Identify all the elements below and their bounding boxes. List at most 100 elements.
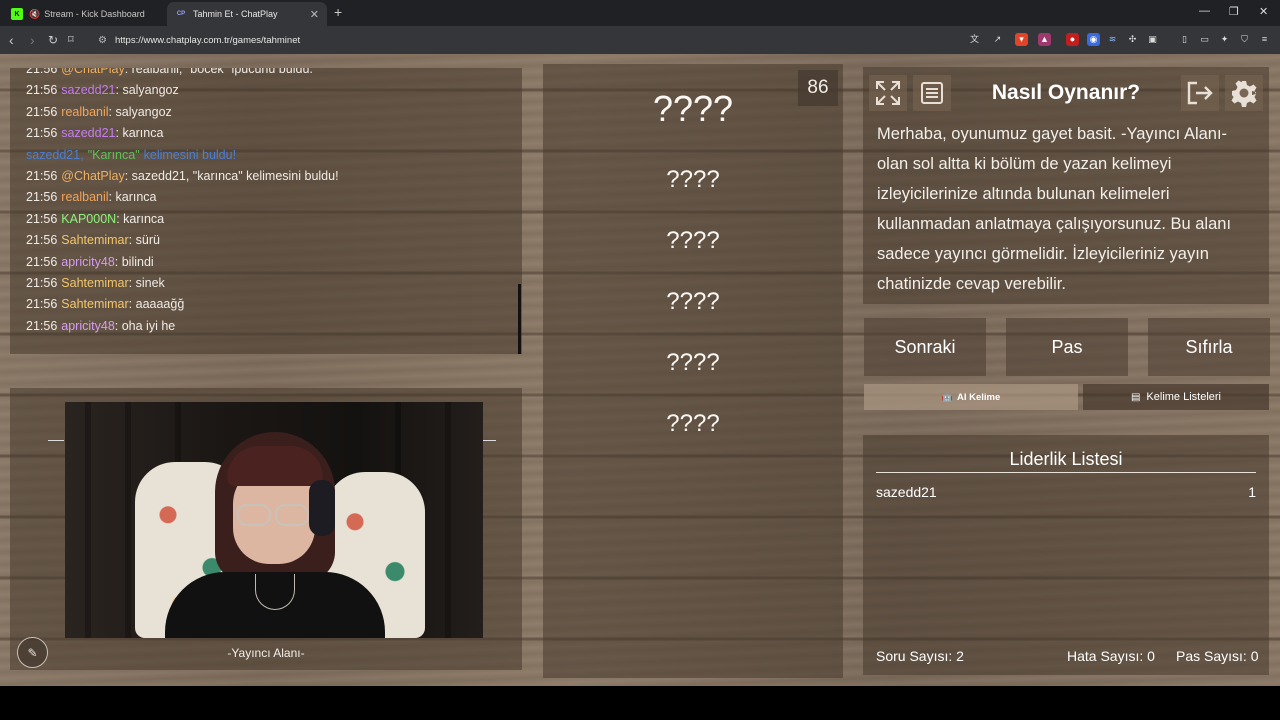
robot-icon: 🤖	[941, 391, 953, 402]
chat-username[interactable]: sazedd21	[61, 126, 115, 140]
translate-icon[interactable]: 文	[968, 33, 981, 46]
game-page: 21:56 @ChatPlay: realbanil, "böcek" ipucu…	[0, 54, 1280, 686]
new-tab-icon[interactable]: +	[334, 4, 342, 20]
chat-username[interactable]: realbanil	[61, 190, 108, 204]
restore-icon[interactable]: ❐	[1229, 5, 1239, 18]
share-icon[interactable]: ↗	[991, 33, 1004, 46]
leaderboard-score: 1	[1248, 484, 1256, 500]
error-count: Hata Sayısı: 0	[1067, 648, 1155, 664]
chat-scrollbar[interactable]	[518, 284, 521, 354]
logout-icon[interactable]	[1181, 75, 1219, 111]
chat-timestamp: 21:56	[26, 211, 58, 226]
wand-icon[interactable]: ✎	[17, 637, 48, 668]
person-bangs	[227, 446, 323, 486]
chat-text: : karınca	[116, 211, 165, 226]
leaderboard-player: sazedd21	[876, 484, 937, 500]
chat-username[interactable]: apricity48	[61, 319, 115, 333]
chat-username[interactable]: @ChatPlay	[61, 68, 124, 76]
chat-message: 21:56 sazedd21: karınca	[26, 126, 163, 140]
list-icon: ▤	[1130, 391, 1141, 403]
media-icon[interactable]: ▣	[1146, 33, 1159, 46]
close-tab-icon[interactable]: ✕	[310, 8, 319, 21]
main-word: ????	[652, 88, 734, 129]
reset-button[interactable]: Sıfırla	[1148, 318, 1270, 376]
found-word: "Karınca"	[87, 147, 140, 162]
site-info-icon[interactable]: ⚙	[98, 35, 107, 46]
chat-text: : karınca	[115, 126, 164, 141]
chat-username[interactable]: @ChatPlay	[61, 169, 124, 183]
word-lists-tab[interactable]: ▤ Kelime Listeleri	[1083, 384, 1269, 410]
chat-text: : oha iyi he	[114, 318, 176, 333]
chat-timestamp: 21:56	[26, 104, 58, 119]
streamer-area-label: -Yayıncı Alanı-	[227, 646, 305, 660]
extension-wave-icon[interactable]: ≋	[1106, 33, 1119, 46]
leo-ai-icon[interactable]: ✦	[1218, 33, 1231, 46]
extension-blue-icon[interactable]: ◉	[1087, 33, 1100, 46]
browser-tab-kick[interactable]: K 🔇 Stream - Kick Dashboard	[3, 2, 165, 26]
chat-message: 21:56 apricity48: bilindi	[26, 255, 154, 269]
ai-word-tab[interactable]: 🤖 AI Kelime	[864, 384, 1078, 410]
minimize-icon[interactable]: —	[1199, 5, 1210, 17]
pass-button[interactable]: Pas	[1006, 318, 1128, 376]
streamer-area: -Yayıncı Alanı- ✎	[10, 388, 522, 670]
chat-username[interactable]: KAP000N	[61, 212, 116, 226]
chat-timestamp: 21:56	[26, 297, 58, 312]
vpn-icon[interactable]: ⛉	[1238, 33, 1251, 46]
chat-timestamp: 21:56	[26, 318, 58, 333]
how-to-play-panel: Nasıl Oynanır? Merhaba, oyunumuz gayet b…	[863, 67, 1269, 304]
rewards-icon[interactable]: ▲	[1038, 33, 1051, 46]
chat-timestamp: 21:56	[26, 68, 58, 76]
url-field[interactable]: ⚙ https://www.chatplay.com.tr/games/tahm…	[88, 29, 958, 51]
hidden-word: ????	[666, 349, 720, 376]
chat-username[interactable]: realbanil	[61, 105, 108, 119]
chat-timestamp: 21:56	[26, 169, 58, 183]
forward-icon[interactable]: ›	[30, 32, 35, 48]
bottom-black-bar	[0, 686, 1280, 720]
leaderboard-panel: Liderlik Listesi sazedd21 1 Soru Sayısı:…	[863, 435, 1269, 675]
wallet-icon[interactable]: ▭	[1198, 33, 1211, 46]
menu-icon[interactable]: ≡	[1258, 33, 1271, 46]
ai-word-tab-label: AI Kelime	[956, 391, 1001, 403]
chat-username[interactable]: Sahtemimar	[61, 233, 128, 247]
leaderboard-title: Liderlik Listesi	[1009, 449, 1123, 469]
sidebar-icon[interactable]: ▯	[1178, 33, 1191, 46]
chat-text: : karınca	[108, 190, 157, 205]
chat-timestamp: 21:56	[26, 126, 58, 141]
webcam-feed	[65, 402, 483, 638]
chat-timestamp: 21:56	[26, 254, 58, 269]
chat-message: 21:56 sazedd21: salyangoz	[26, 83, 179, 97]
chat-text: : sazedd21, "karınca" kelimesini buldu!	[124, 169, 339, 183]
hidden-word: ????	[666, 410, 720, 437]
glasses	[275, 504, 309, 526]
hidden-word: ????	[666, 227, 720, 254]
chat-message: 21:56 Sahtemimar: sinek	[26, 276, 165, 290]
chat-text: : sürü	[128, 233, 160, 248]
chat-username[interactable]: sazedd21	[61, 83, 115, 97]
chat-message: 21:56 @ChatPlay: sazedd21, "karınca" keli…	[26, 169, 339, 183]
reload-icon[interactable]: ↻	[48, 32, 58, 48]
chat-username[interactable]: Sahtemimar	[61, 276, 128, 290]
chat-username: sazedd21,	[26, 147, 84, 162]
browser-tab-bar: K 🔇 Stream - Kick Dashboard CP Tahmin Et…	[0, 0, 1280, 26]
chat-system-message: sazedd21, "Karınca" kelimesini buldu!	[26, 148, 236, 162]
chat-text: : bilindi	[114, 254, 154, 269]
chat-username[interactable]: apricity48	[61, 255, 115, 269]
back-icon[interactable]: ‹	[9, 32, 14, 48]
bookmark-icon[interactable]: ⌑	[68, 32, 74, 48]
chat-text: : sinek	[128, 276, 165, 290]
next-button[interactable]: Sonraki	[864, 318, 986, 376]
chat-username[interactable]: Sahtemimar	[61, 297, 128, 311]
chat-text: : salyangoz	[115, 83, 179, 98]
word-column: 86 ???? ???? ???? ???? ???? ????	[543, 64, 843, 678]
extension-record-icon[interactable]: ●	[1066, 33, 1079, 46]
chat-message: 21:56 Sahtemimar: aaaaağğ	[26, 297, 184, 311]
extensions-icon[interactable]: ✣	[1126, 33, 1139, 46]
brave-shield-icon[interactable]: ▾	[1015, 33, 1028, 46]
close-window-icon[interactable]: ✕	[1259, 5, 1268, 18]
gear-icon[interactable]	[1225, 75, 1263, 111]
chat-message: 21:56 @ChatPlay: realbanil, "böcek" ipucu…	[26, 68, 313, 76]
chat-panel: 21:56 @ChatPlay: realbanil, "böcek" ipucu…	[10, 68, 522, 354]
question-count: Soru Sayısı: 2	[876, 648, 964, 664]
mute-icon[interactable]: 🔇	[29, 9, 40, 20]
browser-tab-chatplay[interactable]: CP Tahmin Et - ChatPlay ✕	[167, 2, 327, 26]
